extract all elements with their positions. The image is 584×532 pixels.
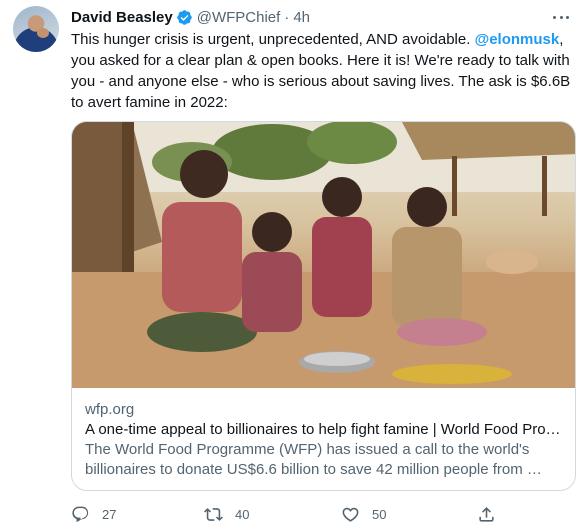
author-name[interactable]: David Beasley bbox=[71, 9, 173, 26]
card-description: The World Food Programme (WFP) has issue… bbox=[85, 441, 542, 478]
author-avatar[interactable] bbox=[13, 6, 59, 52]
tweet-text: This hunger crisis is urgent, unpreceden… bbox=[71, 29, 571, 113]
retweet-icon bbox=[204, 507, 223, 521]
share-button[interactable] bbox=[477, 500, 496, 528]
retweet-count: 40 bbox=[235, 506, 250, 522]
tweet-timestamp[interactable]: 4h bbox=[293, 9, 310, 26]
tweet-text-part1: This hunger crisis is urgent, unpreceden… bbox=[71, 31, 475, 48]
tweet-actions: 27 40 50 bbox=[71, 500, 501, 528]
photo-scene bbox=[72, 122, 575, 388]
separator-dot: · bbox=[284, 8, 290, 26]
tweet-header: David Beasley @WFPChief · 4h bbox=[71, 6, 310, 28]
card-body[interactable]: wfp.org A one-time appeal to billionaire… bbox=[72, 388, 575, 480]
reply-icon bbox=[72, 506, 89, 522]
card-domain: wfp.org bbox=[85, 401, 135, 418]
mention-link[interactable]: @elonmusk bbox=[475, 31, 560, 48]
retweet-button[interactable]: 40 bbox=[204, 500, 249, 528]
card-photo[interactable] bbox=[72, 122, 575, 388]
card-title: A one-time appeal to billionaires to hel… bbox=[85, 421, 561, 438]
like-button[interactable]: 50 bbox=[341, 500, 386, 528]
reply-count: 27 bbox=[102, 506, 117, 522]
like-icon bbox=[342, 507, 359, 522]
verified-badge-icon bbox=[176, 9, 193, 26]
reply-button[interactable]: 27 bbox=[71, 500, 116, 528]
link-card[interactable]: wfp.org A one-time appeal to billionaire… bbox=[71, 121, 576, 491]
share-icon bbox=[479, 506, 494, 522]
like-count: 50 bbox=[372, 506, 387, 522]
author-handle[interactable]: @WFPChief bbox=[197, 9, 281, 26]
more-icon[interactable] bbox=[551, 8, 571, 26]
